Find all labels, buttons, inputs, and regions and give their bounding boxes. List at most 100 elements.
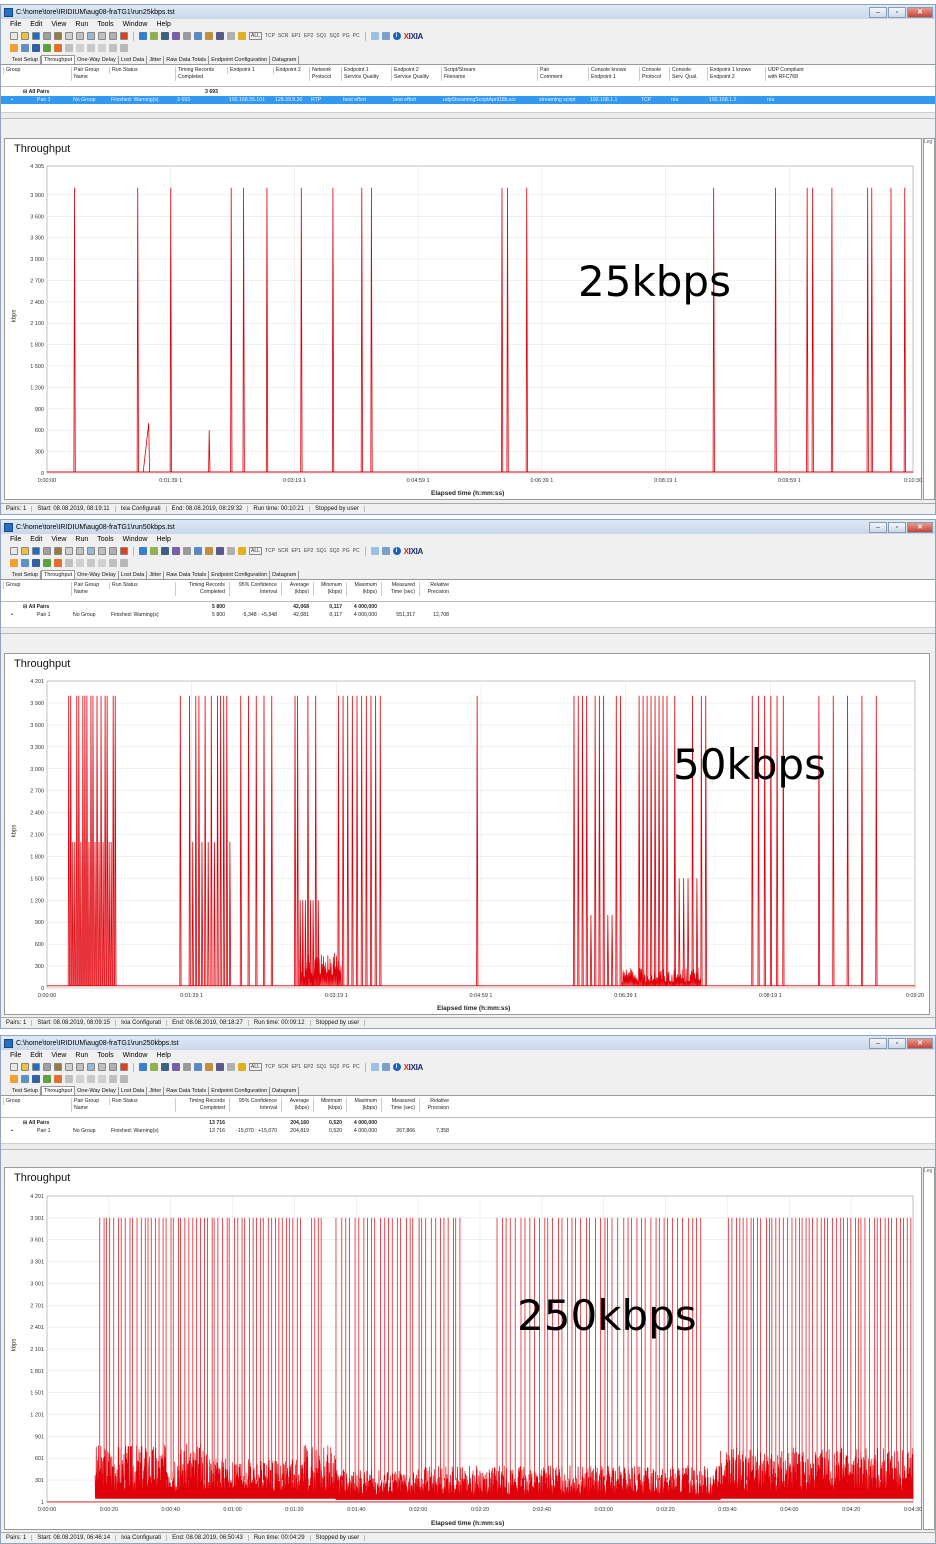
- new-file-icon[interactable]: [10, 1063, 18, 1071]
- tool-icon-1[interactable]: [139, 1063, 147, 1071]
- column-header[interactable]: Endpoint 1: [227, 67, 271, 74]
- minimize-button[interactable]: –: [869, 521, 887, 533]
- menu-view[interactable]: View: [51, 1052, 66, 1059]
- column-header[interactable]: Minimum (kbps): [313, 1098, 344, 1112]
- tool-icon-2[interactable]: [150, 32, 158, 40]
- tab-datagram[interactable]: Datagram: [270, 56, 300, 64]
- menu-edit[interactable]: Edit: [30, 21, 42, 28]
- refresh-icon[interactable]: [370, 32, 379, 40]
- tab-lost-data[interactable]: Lost Data: [119, 56, 148, 64]
- tool-icon-10[interactable]: [238, 32, 246, 40]
- table-row-pair1[interactable]: ▪ Pair 1 No Group Finished: Warning(s) 3 693…: [1, 96, 935, 104]
- stop-icon[interactable]: [65, 32, 73, 40]
- reset-icon[interactable]: [54, 1075, 62, 1083]
- window-icon[interactable]: [109, 1075, 117, 1083]
- graph-icon[interactable]: [43, 1075, 51, 1083]
- edit-icon[interactable]: [76, 547, 84, 555]
- export-icon[interactable]: [76, 44, 84, 52]
- window-icon[interactable]: [109, 44, 117, 52]
- tool-icon-10[interactable]: [238, 547, 246, 555]
- open-folder-icon[interactable]: [21, 547, 29, 555]
- tool-icon-7[interactable]: [205, 32, 213, 40]
- tool-icon-9[interactable]: [227, 547, 235, 555]
- tab-datagram[interactable]: Datagram: [270, 1087, 300, 1095]
- view-tcp-button[interactable]: TCP: [265, 1064, 275, 1070]
- options-icon[interactable]: [98, 559, 106, 567]
- stop-icon[interactable]: [65, 1063, 73, 1071]
- view-pc-button[interactable]: PC: [353, 33, 360, 39]
- column-header[interactable]: Run Status: [109, 582, 173, 589]
- column-header[interactable]: Timing Records Completed: [175, 67, 225, 81]
- view-ep2-button[interactable]: EP2: [304, 33, 313, 39]
- table-row-all-pairs[interactable]: ⊟ All Pairs 3 693: [1, 88, 935, 96]
- view-pg-button[interactable]: PG: [342, 548, 349, 554]
- view-pc-button[interactable]: PC: [353, 548, 360, 554]
- chart-icon[interactable]: [120, 32, 128, 40]
- column-header[interactable]: Console Protocol: [639, 67, 667, 81]
- tile-icon[interactable]: [120, 1075, 128, 1083]
- close-button[interactable]: ✕: [907, 521, 933, 533]
- save-as-icon[interactable]: [43, 547, 51, 555]
- menu-run[interactable]: Run: [75, 1052, 88, 1059]
- view-ep2-button[interactable]: EP2: [304, 1064, 313, 1070]
- horizontal-scrollbar[interactable]: [1, 627, 935, 633]
- tab-datagram[interactable]: Datagram: [270, 571, 300, 579]
- tool-icon-10[interactable]: [238, 1063, 246, 1071]
- new-file-icon[interactable]: [10, 32, 18, 40]
- column-header[interactable]: Maximum (kbps): [346, 582, 379, 596]
- horizontal-scrollbar[interactable]: [1, 112, 935, 118]
- tool-icon-8[interactable]: [216, 547, 224, 555]
- pair-icon[interactable]: [54, 547, 62, 555]
- tab-one-way-delay[interactable]: One-Way Delay: [75, 571, 119, 579]
- save-icon[interactable]: [32, 1063, 40, 1071]
- tab-jitter[interactable]: Jitter: [147, 56, 165, 64]
- column-header[interactable]: Network Protocol: [309, 67, 339, 81]
- copy-icon[interactable]: [87, 32, 95, 40]
- reset-icon[interactable]: [54, 559, 62, 567]
- column-header[interactable]: Pair Group Name: [71, 1098, 107, 1112]
- table-row-pair1[interactable]: ▪ Pair 1 No Group Finished: Warning(s) 5 800…: [1, 611, 935, 619]
- tool-icon-5[interactable]: [183, 1063, 191, 1071]
- column-header[interactable]: Relative Precision: [419, 1098, 451, 1112]
- info-icon[interactable]: i: [392, 547, 401, 555]
- print-icon[interactable]: [65, 1075, 73, 1083]
- column-header[interactable]: Script/Stream Filename: [441, 67, 535, 81]
- tool-icon-4[interactable]: [172, 32, 180, 40]
- refresh-icon[interactable]: [370, 547, 379, 555]
- column-header[interactable]: Pair Group Name: [71, 67, 107, 81]
- view-tcp-button[interactable]: TCP: [265, 548, 275, 554]
- maximize-button[interactable]: ▫: [888, 1037, 906, 1049]
- tool-icon-6[interactable]: [194, 547, 202, 555]
- print-icon[interactable]: [65, 44, 73, 52]
- menu-tools[interactable]: Tools: [97, 1052, 113, 1059]
- menu-tools[interactable]: Tools: [97, 536, 113, 543]
- step-icon[interactable]: [32, 1075, 40, 1083]
- help-icon[interactable]: [381, 32, 390, 40]
- all-button[interactable]: ALL: [249, 32, 262, 40]
- column-header[interactable]: Measured Time (sec): [381, 1098, 417, 1112]
- menu-tools[interactable]: Tools: [97, 21, 113, 28]
- tool-icon-8[interactable]: [216, 1063, 224, 1071]
- menu-help[interactable]: Help: [156, 1052, 170, 1059]
- tool-icon-1[interactable]: [139, 547, 147, 555]
- view-scr-button[interactable]: SCR: [278, 33, 289, 39]
- chart-icon[interactable]: [120, 547, 128, 555]
- all-button[interactable]: ALL: [249, 1063, 262, 1071]
- step-icon[interactable]: [32, 44, 40, 52]
- tool-icon-9[interactable]: [227, 1063, 235, 1071]
- refresh-icon[interactable]: [370, 1063, 379, 1071]
- delete-icon[interactable]: [109, 1063, 117, 1071]
- view-pg-button[interactable]: PG: [342, 1064, 349, 1070]
- filter-icon[interactable]: [87, 44, 95, 52]
- menu-edit[interactable]: Edit: [30, 536, 42, 543]
- column-header[interactable]: Pair Comment: [537, 67, 586, 81]
- step-icon[interactable]: [32, 559, 40, 567]
- tab-throughput[interactable]: Throughput: [41, 55, 76, 64]
- tab-jitter[interactable]: Jitter: [147, 571, 165, 579]
- column-header[interactable]: Endpoint 1 Service Quality: [341, 67, 389, 81]
- view-sq2-button[interactable]: SQ2: [329, 33, 339, 39]
- tool-icon-6[interactable]: [194, 1063, 202, 1071]
- table-row-all-pairs[interactable]: ⊟ All Pairs 5 800 42,068 0,117 4 000,000: [1, 603, 935, 611]
- column-header[interactable]: Relative Precision: [419, 582, 451, 596]
- view-ep1-button[interactable]: EP1: [291, 1064, 300, 1070]
